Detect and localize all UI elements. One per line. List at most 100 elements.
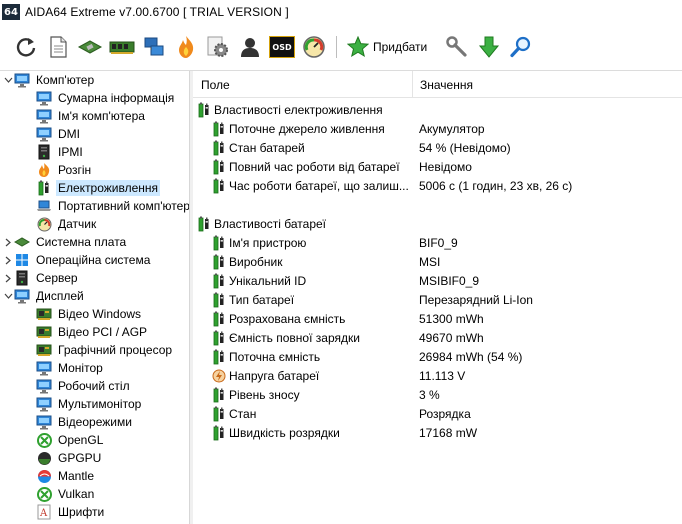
details-list[interactable]: Поле Значення Властивості електроживленн… — [193, 71, 682, 524]
property-row[interactable]: Час роботи батареї, що залиш... 5006 с (1… — [193, 176, 682, 195]
chevron-right-icon[interactable] — [2, 251, 14, 269]
tree-item[interactable]: Операційна система — [2, 251, 152, 269]
tree-item[interactable]: Відео Windows — [22, 305, 143, 323]
user-icon[interactable] — [234, 31, 266, 63]
property-value: 26984 mWh (54 %) — [419, 349, 523, 364]
property-value: Невідомо — [419, 159, 472, 174]
search-icon[interactable] — [505, 31, 537, 63]
column-value-header[interactable]: Значення — [420, 78, 473, 92]
battery-icon — [212, 330, 226, 346]
wrench-icon[interactable] — [441, 31, 473, 63]
motherboard-icon[interactable] — [74, 31, 106, 63]
tree-item[interactable]: Дисплей — [2, 287, 86, 305]
battery-icon — [212, 235, 226, 251]
property-field: Властивості батареї — [214, 216, 327, 231]
tree-item[interactable]: Mantle — [22, 467, 96, 485]
chevron-down-icon[interactable] — [2, 287, 14, 305]
purchase-button[interactable]: Придбати — [343, 31, 431, 63]
tree-item[interactable]: OpenGL — [22, 431, 105, 449]
property-row[interactable]: Розрахована ємність 51300 mWh — [193, 309, 682, 328]
group-row[interactable]: Властивості батареї — [193, 214, 682, 233]
column-header: Поле Значення — [193, 71, 682, 98]
tree-item-label: Vulkan — [58, 487, 95, 501]
navigation-tree[interactable]: Комп'ютер Сумарна інформація Ім'я комп'юте… — [0, 71, 189, 524]
tree-item[interactable]: A Шрифти — [22, 503, 106, 521]
tree-item[interactable]: Системна плата — [2, 233, 128, 251]
property-value: BIF0_9 — [419, 235, 458, 250]
tree-item[interactable]: Датчик — [22, 215, 98, 233]
flame-icon[interactable] — [170, 31, 202, 63]
property-row[interactable]: Унікальний ID MSIBIF0_9 — [193, 271, 682, 290]
tree-item-label: Відео Windows — [58, 307, 142, 321]
computer-icon — [36, 90, 52, 106]
mantle-icon — [36, 468, 52, 484]
font-icon: A — [36, 504, 52, 520]
tree-item-label: GPGPU — [58, 451, 102, 465]
property-row[interactable]: Рівень зносу 3 % — [193, 385, 682, 404]
property-row[interactable]: Поточна ємність 26984 mWh (54 %) — [193, 347, 682, 366]
battery-icon — [212, 425, 226, 441]
column-divider[interactable] — [412, 71, 413, 97]
chevron-right-icon[interactable] — [2, 233, 14, 251]
tree-item[interactable]: Електроживлення — [22, 179, 161, 197]
svg-text:A: A — [39, 508, 48, 519]
xbox-icon — [36, 432, 52, 448]
column-field-header[interactable]: Поле — [201, 78, 230, 92]
tree-item[interactable]: IPMI — [22, 143, 85, 161]
tree-item[interactable]: Vulkan — [22, 485, 96, 503]
property-field: Поточне джерело живлення — [229, 121, 385, 136]
computer-icon — [36, 378, 52, 394]
tree-item[interactable]: Робочий стіл — [22, 377, 132, 395]
gauge-icon[interactable] — [298, 31, 330, 63]
battery-icon — [212, 349, 226, 365]
tree-item[interactable]: Портативний комп'ютер — [22, 197, 189, 215]
purchase-label: Придбати — [373, 40, 428, 54]
tree-item-label: DMI — [58, 127, 80, 141]
battery-icon — [212, 387, 226, 403]
property-row[interactable]: Тип батареї Перезарядний Li-Ion — [193, 290, 682, 309]
tree-item[interactable]: Комп'ютер — [2, 71, 96, 89]
tree-item[interactable]: Монітор — [22, 359, 105, 377]
property-row[interactable]: Стан батарей 54 % (Невідомо) — [193, 138, 682, 157]
property-field: Поточна ємність — [229, 349, 321, 364]
group-row[interactable]: Властивості електроживлення — [193, 100, 682, 119]
download-arrow-icon[interactable] — [473, 31, 505, 63]
property-row[interactable]: Повний час роботи від батареї Невідомо — [193, 157, 682, 176]
chevron-down-icon[interactable] — [2, 71, 14, 89]
property-row[interactable]: Поточне джерело живлення Акумулятор — [193, 119, 682, 138]
tree-item-label: Ім'я комп'ютера — [58, 109, 145, 123]
property-row[interactable]: Стан Розрядка — [193, 404, 682, 423]
refresh-icon[interactable] — [10, 31, 42, 63]
tree-item[interactable]: Графічний процесор — [22, 341, 174, 359]
property-row[interactable]: Ім'я пристрою BIF0_9 — [193, 233, 682, 252]
tree-item[interactable]: Розгін — [22, 161, 93, 179]
chevron-right-icon[interactable] — [2, 269, 14, 287]
gears-icon[interactable] — [202, 31, 234, 63]
battery-icon — [197, 102, 211, 118]
tree-item-label: Сумарна інформація — [58, 91, 175, 105]
tree-item-label: Операційна система — [36, 253, 151, 267]
tree-item[interactable]: Мультимонітор — [22, 395, 143, 413]
tree-item[interactable]: GPGPU — [22, 449, 103, 467]
video-card-icon — [36, 324, 52, 340]
osd-icon[interactable]: OSD — [266, 31, 298, 63]
tree-item-label: Mantle — [58, 469, 95, 483]
property-row[interactable]: Ємність повної зарядки 49670 mWh — [193, 328, 682, 347]
property-row[interactable]: Напруга батареї 11.113 V — [193, 366, 682, 385]
network-icon[interactable] — [138, 31, 170, 63]
property-row[interactable]: Виробник MSI — [193, 252, 682, 271]
memory-icon[interactable] — [106, 31, 138, 63]
tree-item[interactable]: Сервер — [2, 269, 80, 287]
battery-icon — [212, 311, 226, 327]
toolbar-separator — [336, 36, 337, 58]
tree-item[interactable]: Сумарна інформація — [22, 89, 176, 107]
battery-icon — [212, 140, 226, 156]
property-row[interactable]: Швидкість розрядки 17168 mW — [193, 423, 682, 442]
server-icon — [14, 270, 30, 286]
tree-item[interactable]: Ім'я комп'ютера — [22, 107, 147, 125]
report-icon[interactable] — [42, 31, 74, 63]
property-value: Акумулятор — [419, 121, 485, 136]
tree-item[interactable]: Відео PCI / AGP — [22, 323, 149, 341]
tree-item[interactable]: DMI — [22, 125, 82, 143]
tree-item[interactable]: Відеорежими — [22, 413, 134, 431]
